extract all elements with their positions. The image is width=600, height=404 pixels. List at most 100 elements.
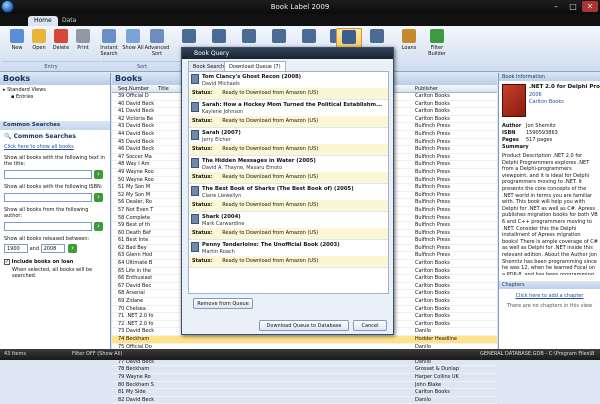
row-publisher: Danilo: [415, 396, 431, 403]
table-row[interactable]: 81 My Side Carlton Books: [112, 389, 497, 397]
row-title: 52 My Son M: [118, 191, 151, 198]
ribbon-button-label: Instant Search: [100, 45, 118, 57]
queue-item-title: The Hidden Messages in Water (2005): [202, 158, 316, 164]
book-details: Author Jon Shemitz ISBN 1590593863 Pages 51…: [502, 123, 558, 150]
row-title: 62 Bad Bey: [118, 244, 147, 251]
queue-item-author: David A. Thayne, Masaru Emoto: [202, 165, 283, 171]
tab-download-queue[interactable]: Download Queue (7): [224, 61, 286, 71]
column-title[interactable]: Title: [158, 85, 169, 93]
row-title: 60 Death Bef: [118, 229, 151, 236]
row-title: 50 Wayne Roo: [118, 176, 154, 183]
go-author-button[interactable]: ›: [94, 221, 103, 231]
row-title: 66 Enthusiast: [118, 275, 153, 282]
book-cover-image: [502, 84, 526, 117]
row-publisher: Bulfinch Press: [415, 199, 450, 206]
ribbon-button-15[interactable]: Loans: [396, 28, 422, 60]
row-title: 40 David Beck: [118, 100, 155, 107]
row-title: 68 Arsenal: [118, 290, 145, 297]
tab-home[interactable]: Home: [28, 16, 58, 26]
go-year-button[interactable]: ›: [68, 244, 78, 253]
text-search-label: Show all books with the following text i…: [4, 155, 105, 167]
close-button[interactable]: ✕: [582, 1, 598, 12]
download-queue-button[interactable]: Download Queue to Database: [259, 320, 349, 331]
filter-icon: [430, 29, 444, 43]
column-seq[interactable]: Seq.Number: [118, 85, 149, 93]
app-menu-orb[interactable]: [1, 0, 14, 13]
chapters-section: Chapters Click here to add a chapter The…: [499, 281, 600, 309]
row-publisher: Carlton Books: [415, 320, 450, 327]
row-title: 74 Beckham: [118, 336, 150, 342]
title-search-input[interactable]: [4, 170, 92, 179]
chapters-header: Chapters: [499, 281, 600, 289]
table-row[interactable]: 82 David Beck Danilo: [112, 397, 497, 404]
queue-item[interactable]: Shark (2004) Mark Carwardine Status: Ready …: [189, 212, 388, 240]
row-title: 73 David Beck: [118, 328, 155, 335]
row-title: 51 My Son M: [118, 184, 151, 191]
column-publisher[interactable]: Publisher: [415, 85, 438, 93]
queue-item[interactable]: Penny Tenderloins: The Unofficial Book (…: [189, 240, 388, 268]
queue-item[interactable]: Tom Clancy's Ghost Recon (2008) David Mic…: [189, 72, 388, 100]
minimize-button[interactable]: –: [548, 1, 564, 12]
row-title: 81 My Side: [118, 389, 146, 396]
go-isbn-button[interactable]: ›: [94, 192, 103, 202]
queue-item[interactable]: The Best Book of Sharks (The Best Book o…: [189, 184, 388, 212]
row-title: 48 Way I Am: [118, 161, 150, 168]
add-chapter-link[interactable]: Click here to add a chapter: [499, 293, 600, 299]
book-thumbnail: [191, 130, 199, 140]
status-text: Ready to Download from Amazon (US): [222, 230, 319, 236]
isbn-search-input[interactable]: [4, 193, 92, 202]
row-publisher: Bulfinch Press: [415, 146, 450, 153]
queue-item-author: David Michaels: [202, 81, 240, 87]
table-row[interactable]: 80 Beckham S John Blake: [112, 382, 497, 390]
tab-data[interactable]: Data: [56, 16, 82, 26]
row-publisher: Bulfinch Press: [415, 214, 450, 221]
queue-item[interactable]: The Hidden Messages in Water (2005) David…: [189, 156, 388, 184]
queue-item-title: Penny Tenderloins: The Unofficial Book (…: [202, 242, 340, 248]
download-queue-list: Tom Clancy's Ghost Recon (2008) David Mic…: [188, 71, 389, 294]
ribbon-button-16[interactable]: Filter Builder: [424, 28, 450, 60]
ribbon-button-6[interactable]: Advanced Sort: [144, 28, 170, 60]
row-title: 80 Beckham S: [118, 381, 154, 388]
row-title: 43 David Beck: [118, 123, 155, 130]
queue-item-title: The Best Book of Sharks (The Best Book o…: [202, 186, 354, 192]
year-from-input[interactable]: 1900: [4, 244, 28, 253]
delete-icon: [54, 29, 68, 43]
tree-standard-views[interactable]: ▸ Standard Views: [3, 87, 107, 94]
ribbon-button-3[interactable]: Print: [70, 28, 96, 60]
row-title: 61 Best Inte: [118, 237, 149, 244]
show-all-link[interactable]: Click here to show all books: [0, 143, 110, 151]
queue-item-author: Kaylene Johnson: [202, 109, 244, 115]
tree-entries[interactable]: ▪ Entries: [3, 94, 107, 101]
loan-label: Include books on loan: [11, 259, 74, 265]
author-search-input[interactable]: [4, 222, 92, 231]
row-publisher: Bulfinch Press: [415, 161, 450, 168]
row-publisher: Carlton Books: [415, 389, 450, 396]
loan-checkbox[interactable]: ✓: [4, 259, 10, 265]
common-searches-heading: 🔍 Common Searches: [4, 133, 76, 140]
year-to-input[interactable]: 2008: [40, 244, 65, 253]
ribbon-button-4[interactable]: Instant Search: [96, 28, 122, 60]
table-row[interactable]: 79 Wayne Ro Harper Collins UK: [112, 374, 497, 382]
row-title: 59 Best of th: [118, 222, 151, 229]
row-title: 67 David Bec: [118, 282, 152, 289]
maximize-button[interactable]: □: [565, 1, 581, 12]
row-title: 41 David Beck: [118, 108, 155, 115]
row-publisher: Danilo: [415, 328, 431, 335]
queue-item[interactable]: Sarah (2007) Jerry Eicher Status: Ready to …: [189, 128, 388, 156]
go-title-button[interactable]: ›: [94, 169, 103, 179]
book-summary: Product Description .NET 2.0 for Delphi …: [502, 153, 598, 275]
ribbon-button-5[interactable]: Show All: [120, 28, 146, 60]
status-item-count: 43 Items: [4, 351, 26, 357]
status-database: GENERAL DATABASE.GDB - C:\Program Files\…: [480, 351, 595, 357]
queue-item-title: Sarah: How a Hockey Mom Turned the Polit…: [202, 102, 383, 108]
table-row[interactable]: 78 Beckham Grosset & Dunlap: [112, 366, 497, 374]
dialog-cancel-button[interactable]: Cancel: [353, 320, 387, 331]
books-panel-title: Books: [0, 73, 110, 85]
table-row[interactable]: 74 Beckham Hodder Headline: [112, 336, 497, 344]
row-publisher: Grosset & Dunlap: [415, 366, 460, 373]
queue-item[interactable]: Sarah: How a Hockey Mom Turned the Polit…: [189, 100, 388, 128]
status-text: Ready to Download from Amazon (US): [222, 146, 319, 152]
book-thumbnail: [191, 186, 199, 196]
remove-from-queue-button[interactable]: Remove from Queue: [193, 298, 253, 309]
status-label: Status:: [192, 174, 213, 180]
